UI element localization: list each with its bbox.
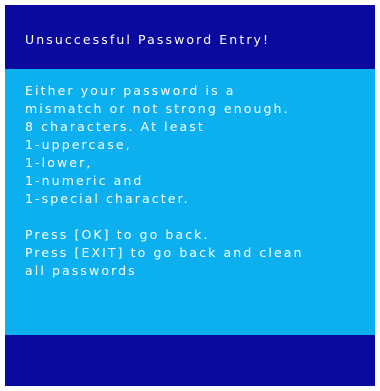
dialog-window: Unsuccessful Password Entry! Either your…: [0, 0, 380, 391]
instruction-line: all passwords: [25, 263, 137, 278]
message-line: Either your password is a: [25, 83, 236, 98]
dialog-footer: [5, 335, 375, 386]
dialog-header: Unsuccessful Password Entry!: [5, 5, 375, 69]
message-line: 1-special character.: [25, 191, 190, 206]
instruction-line: Press [EXIT] to go back and clean: [25, 245, 304, 260]
message-line: 1-numeric and: [25, 173, 144, 188]
message-line: 1-lower,: [25, 155, 93, 170]
dialog-body: Either your password is a mismatch or no…: [5, 69, 375, 335]
message-line: 1-uppercase,: [25, 137, 132, 152]
message-line: 8 characters. At least: [25, 119, 205, 134]
instruction-line: Press [OK] to go back.: [25, 227, 210, 242]
message-line: mismatch or not strong enough.: [25, 101, 290, 116]
dialog-title: Unsuccessful Password Entry!: [25, 32, 271, 47]
